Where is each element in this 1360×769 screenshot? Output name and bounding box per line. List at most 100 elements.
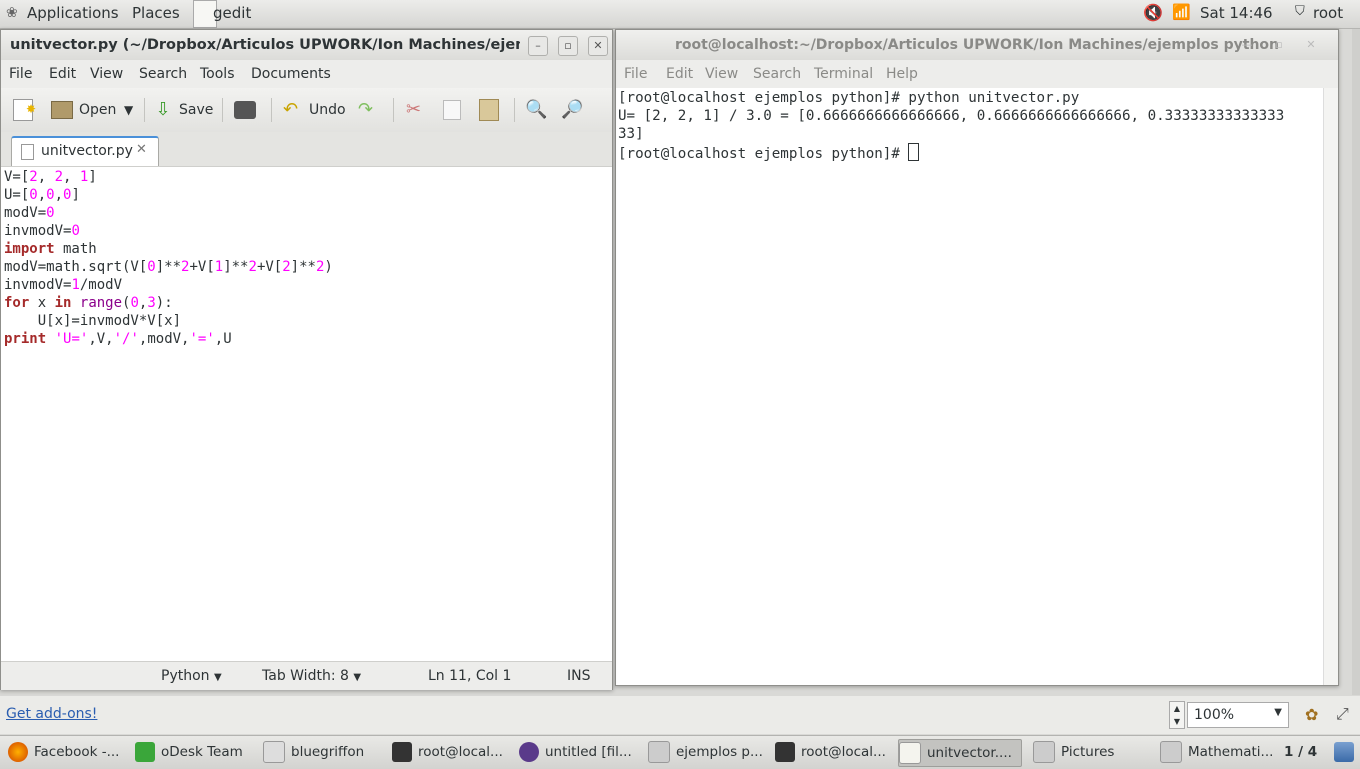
terminal-title: root@localhost:~/Dropbox/Articulos UPWOR… (674, 37, 1280, 53)
code-line: import math (4, 241, 97, 257)
task-ejemplos[interactable]: ejemplos p... (648, 739, 766, 765)
clipboard-icon (479, 99, 499, 121)
chevron-down-icon: ▼ (1173, 717, 1181, 726)
term-menu-file[interactable]: File (624, 66, 647, 82)
task-mathematica[interactable]: Mathemati... (1160, 739, 1272, 765)
menu-view[interactable]: View (90, 66, 123, 82)
wifi-icon[interactable]: 📶 (1172, 3, 1191, 21)
open-button[interactable]: Open (51, 96, 116, 124)
odesk-icon (135, 742, 155, 762)
minimize-button[interactable]: — (1238, 36, 1256, 54)
print-button[interactable] (234, 96, 262, 124)
places-menu[interactable]: Places (132, 4, 180, 22)
terminal-line: 33] (618, 126, 644, 142)
open-dropdown-button[interactable]: ▼ (124, 96, 133, 124)
user-menu[interactable]: root (1313, 4, 1343, 22)
save-icon: ⇩ (155, 99, 171, 120)
zoom-select[interactable]: 100% ▼ (1187, 702, 1289, 728)
undo-icon: ↶ (283, 99, 299, 120)
term-menu-edit[interactable]: Edit (666, 66, 693, 82)
maximize-button[interactable]: ▫ (558, 36, 578, 56)
menu-tools[interactable]: Tools (200, 66, 235, 82)
save-button[interactable]: ⇩ Save (153, 96, 213, 124)
document-tabs: unitvector.py ✕ (1, 132, 612, 168)
tab-label: unitvector.py (41, 143, 133, 159)
task-untitled[interactable]: untitled [fil... (519, 739, 637, 765)
task-label: untitled [fil... (545, 744, 632, 760)
term-menu-search[interactable]: Search (753, 66, 801, 82)
term-menu-help[interactable]: Help (886, 66, 918, 82)
terminal-scrollbar[interactable] (1323, 88, 1338, 685)
minimize-button[interactable]: – (528, 36, 548, 56)
menu-documents[interactable]: Documents (251, 66, 331, 82)
gedit-titlebar[interactable]: unitvector.py (~/Dropbox/Articulos UPWOR… (1, 30, 612, 61)
term-menu-terminal[interactable]: Terminal (814, 66, 873, 82)
fullscreen-icon[interactable]: ⤢ (1336, 704, 1349, 724)
find-replace-icon: 🔎 (561, 99, 584, 120)
active-app-menu[interactable]: gedit (213, 4, 251, 22)
gedit-title: unitvector.py (~/Dropbox/Articulos UPWOR… (10, 37, 520, 53)
menu-edit[interactable]: Edit (49, 66, 76, 82)
addon-puzzle-icon[interactable]: ✿ (1305, 705, 1318, 724)
browser-addon-bar: Get add-ons! ▲ ▼ 100% ▼ ✿ ⤢ (0, 696, 1360, 734)
paste-button[interactable] (479, 96, 505, 124)
code-line: U=[0,0,0] (4, 187, 80, 203)
terminal-cursor (908, 143, 920, 161)
insert-mode: INS (567, 668, 591, 684)
terminal-prompt-line: [root@localhost ejemplos python]# (618, 143, 920, 162)
close-button[interactable]: ✕ (1302, 36, 1320, 54)
clock[interactable]: Sat 14:46 (1200, 4, 1273, 22)
close-button[interactable]: ✕ (588, 36, 608, 56)
task-label: unitvector.... (927, 745, 1012, 761)
task-label: Pictures (1061, 744, 1115, 760)
text-file-icon (21, 144, 34, 160)
code-editor[interactable]: V=[2, 2, 1] U=[0,0,0] modV=0 invmodV=0 impor… (1, 166, 612, 662)
tab-width-selector[interactable]: Tab Width: 8 ▼ (262, 668, 361, 684)
maximize-button[interactable]: ▫ (1270, 36, 1288, 54)
applications-menu[interactable]: Applications (27, 4, 119, 22)
taskbar: Facebook -... oDesk Team bluegriffon roo… (0, 735, 1360, 769)
terminal-icon (775, 742, 795, 762)
cut-button[interactable]: ✂ (406, 96, 434, 124)
menu-file[interactable]: File (9, 66, 32, 82)
find-button[interactable]: 🔍 (525, 96, 553, 124)
volume-muted-icon[interactable]: 🔇 (1143, 3, 1163, 22)
copy-button[interactable] (443, 96, 467, 124)
chevron-down-icon: ▼ (1274, 707, 1282, 718)
firefox-icon (8, 742, 28, 762)
zoom-spinner[interactable]: ▲ ▼ (1169, 701, 1185, 729)
task-unitvector[interactable]: unitvector.... (898, 739, 1022, 767)
task-label: root@local... (801, 744, 886, 760)
terminal-line: [root@localhost ejemplos python]# python… (618, 90, 1080, 106)
code-line: invmodV=1/modV (4, 277, 123, 293)
chevron-up-icon: ▲ (1173, 704, 1181, 713)
show-desktop-button[interactable] (1334, 739, 1356, 765)
zoom-value: 100% (1194, 707, 1235, 723)
language-selector[interactable]: Python ▼ (161, 668, 222, 684)
task-pictures[interactable]: Pictures (1033, 739, 1151, 765)
tab-close-icon[interactable]: ✕ (136, 142, 147, 157)
tab-unitvector[interactable]: unitvector.py ✕ (11, 136, 159, 168)
task-facebook[interactable]: Facebook -... (8, 739, 126, 765)
term-menu-view[interactable]: View (705, 66, 738, 82)
task-terminal-1[interactable]: root@local... (392, 739, 510, 765)
toolbar-separator (144, 98, 145, 122)
inkscape-icon (519, 742, 539, 762)
undo-button[interactable]: ↶ Undo (283, 96, 346, 124)
terminal-output[interactable]: [root@localhost ejemplos python]# python… (616, 88, 1338, 685)
menu-search[interactable]: Search (139, 66, 187, 82)
task-bluegriffon[interactable]: bluegriffon (263, 739, 381, 765)
get-addons-link[interactable]: Get add-ons! (6, 706, 97, 722)
folder-icon (1033, 741, 1055, 763)
open-label: Open (79, 102, 117, 118)
redo-button[interactable]: ↷ (358, 96, 384, 124)
user-icon: ⛉ (1295, 4, 1305, 19)
new-button[interactable]: ✸ (13, 96, 39, 124)
find-replace-button[interactable]: 🔎 (561, 96, 589, 124)
gedit-icon (899, 742, 921, 764)
task-terminal-2[interactable]: root@local... (775, 739, 893, 765)
terminal-titlebar[interactable]: root@localhost:~/Dropbox/Articulos UPWOR… (616, 30, 1338, 61)
language-label: Python (161, 668, 210, 684)
workspace-indicator[interactable]: 1 / 4 (1284, 739, 1324, 765)
task-odesk[interactable]: oDesk Team (135, 739, 251, 765)
